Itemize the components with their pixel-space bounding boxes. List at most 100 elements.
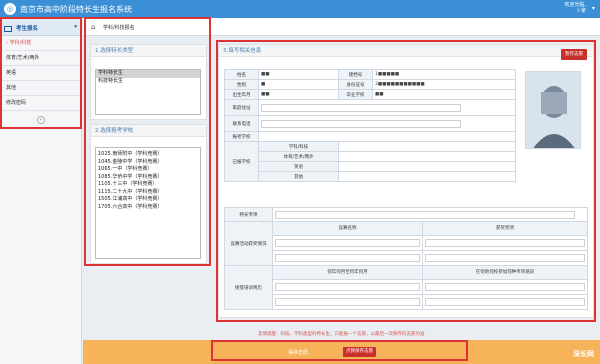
sidebar-item-other[interactable]: 其他 bbox=[0, 81, 81, 96]
subj-label: 学科/科技 bbox=[258, 141, 339, 152]
breadcrumb-label: 学科/科技报名 bbox=[103, 25, 135, 31]
specialty-label: 特长专项 bbox=[224, 207, 273, 222]
award-input-2[interactable] bbox=[425, 253, 585, 262]
specialty-cell bbox=[272, 207, 588, 222]
other-value bbox=[338, 171, 516, 182]
specialty-type-panel: 1.选择特长类型 学科特长生 科技特长生 bbox=[90, 44, 207, 120]
date-header: 何年何月至何年何月 bbox=[272, 265, 423, 280]
sidebar-item-sport-art[interactable]: 体育/艺术/两外 bbox=[0, 51, 81, 66]
school-list[interactable]: 1025.南师附中（学科竞赛） 1045.金陵中学（学科竞赛） 1065.一中（… bbox=[95, 147, 201, 259]
training-label: 接受培训简历 bbox=[224, 265, 273, 310]
list-item[interactable]: 1505.江浦高中（学科竞赛） bbox=[96, 196, 200, 204]
sidebar-item-subject[interactable]: › 学科/科技 bbox=[0, 36, 81, 51]
phone-cell bbox=[258, 115, 516, 132]
sidebar-item-label: 体育/艺术/两外 bbox=[6, 55, 40, 61]
sidebar-menu-header[interactable]: 考生报名 ▾ bbox=[0, 18, 81, 36]
list-item[interactable]: 1045.金陵中学（学科竞赛） bbox=[96, 159, 200, 167]
chevron-down-icon: ▾ bbox=[74, 24, 77, 30]
english-value bbox=[338, 161, 516, 172]
date-cell bbox=[272, 293, 423, 311]
sidebar-item-label: 学科/科技 bbox=[9, 40, 32, 46]
date-cell bbox=[272, 278, 423, 295]
award-header: 获奖奖项 bbox=[422, 221, 588, 236]
notice-text: 友情提醒：科技、学科类型的特长生，只能报一个志愿，以最后一次保存的志愿为准 bbox=[258, 332, 425, 337]
date-input-2[interactable] bbox=[275, 297, 420, 306]
apply-school-value bbox=[258, 131, 516, 142]
list-item[interactable]: 1105.十三中（学科竞赛） bbox=[96, 181, 200, 189]
award-input-1[interactable] bbox=[425, 238, 585, 247]
sidebar-item-password[interactable]: 修改密码 bbox=[0, 96, 81, 111]
list-item[interactable]: 学科特长生 bbox=[96, 70, 200, 78]
comp-name-header: 竞赛名称 bbox=[272, 221, 423, 236]
home-icon[interactable]: ⌂ bbox=[91, 23, 95, 31]
list-item[interactable]: 1025.南师附中（学科竞赛） bbox=[96, 151, 200, 159]
sidebar-item-label: 英语 bbox=[6, 70, 17, 76]
comp-name-cell bbox=[272, 249, 423, 267]
competition-label: 竞赛活动获奖情况 bbox=[224, 221, 273, 266]
train-place-cell bbox=[422, 293, 588, 311]
list-item[interactable]: 1705.六合高中（学科竞赛） bbox=[96, 204, 200, 212]
list-item[interactable]: 1115.二十九中（学科竞赛） bbox=[96, 189, 200, 197]
comp-name-input-1[interactable] bbox=[275, 238, 420, 247]
extra-form: 特长专项 竞赛活动获奖情况 竞赛名称 获奖奖项 接受培训简历 何年何月至何年何月… bbox=[224, 207, 588, 311]
watermark: 深长网 bbox=[573, 350, 594, 358]
student-photo bbox=[525, 71, 581, 149]
person-photo-icon bbox=[526, 72, 580, 148]
info-panel: 3.填写相关信息 暂存志愿 姓名 ■■ 建档号 1■■■■■ 性别 ■ 身份证号… bbox=[218, 44, 594, 318]
gender-label: 性别 bbox=[224, 79, 259, 90]
reg-no-value: 1■■■■■ bbox=[372, 69, 516, 80]
user-menu-chevron-icon[interactable]: ▾ bbox=[592, 5, 595, 12]
sidebar-collapse-button[interactable]: « bbox=[37, 116, 45, 124]
user-name: 卜家 bbox=[575, 8, 586, 14]
phone-input[interactable] bbox=[261, 119, 461, 128]
specialty-type-title: 1.选择特长类型 bbox=[91, 45, 206, 57]
address-cell bbox=[258, 99, 516, 116]
apply-school-label: 报考学校 bbox=[224, 131, 259, 142]
school-value: ■■ bbox=[372, 89, 516, 100]
list-item[interactable]: 科技特长生 bbox=[96, 78, 200, 86]
school-select-title: 2.选择报考学校 bbox=[91, 125, 206, 137]
date-input-1[interactable] bbox=[275, 282, 420, 291]
monitor-icon bbox=[4, 25, 12, 32]
info-panel-title: 3.填写相关信息 bbox=[219, 45, 593, 57]
subj-value bbox=[338, 141, 516, 152]
save-volunteer-button[interactable]: 点我保存志愿 bbox=[343, 347, 376, 357]
specialty-input[interactable] bbox=[275, 210, 575, 219]
sidebar-head-label: 考生报名 bbox=[16, 26, 39, 32]
specialty-type-list[interactable]: 学科特长生 科技特长生 bbox=[95, 69, 201, 115]
app-title: 南京市高中阶段特长生报名系统 bbox=[20, 5, 132, 14]
user-info[interactable]: 欢迎光临, 卜家 bbox=[564, 2, 586, 14]
name-label: 姓名 bbox=[224, 69, 259, 80]
train-place-input-2[interactable] bbox=[425, 297, 585, 306]
sidebar-item-label: 其他 bbox=[6, 85, 17, 91]
comp-name-cell bbox=[272, 234, 423, 251]
registered-label: 已报学校 bbox=[224, 141, 259, 182]
address-input[interactable] bbox=[261, 103, 461, 112]
train-place-cell bbox=[422, 278, 588, 295]
train-place-input-1[interactable] bbox=[425, 282, 585, 291]
english-label: 英语 bbox=[258, 161, 339, 172]
name-value: ■■ bbox=[258, 69, 339, 80]
sidebar-item-label: 修改密码 bbox=[6, 100, 27, 106]
header-bar: ◎ 南京市高中阶段特长生报名系统 欢迎光临, 卜家 ▾ bbox=[0, 0, 600, 18]
info-form: 姓名 ■■ 建档号 1■■■■■ 性别 ■ 身份证号 3■■■■■■■■■■■ … bbox=[224, 69, 516, 182]
sidebar-item-english[interactable]: 英语 bbox=[0, 66, 81, 81]
train-place-header: 在何地何校参加何种专项培训 bbox=[422, 265, 588, 280]
gender-value: ■ bbox=[258, 79, 339, 90]
reg-no-label: 建档号 bbox=[338, 69, 373, 80]
address-label: 家庭住址 bbox=[224, 99, 259, 116]
list-item[interactable]: 1065.一中（学科竞赛） bbox=[96, 166, 200, 174]
list-item[interactable]: 1085.华侨中学（学科竞赛） bbox=[96, 174, 200, 182]
other-label: 其他 bbox=[258, 171, 339, 182]
bottom-save-label: 保存志愿 bbox=[288, 350, 309, 356]
school-label: 毕业学校 bbox=[338, 89, 373, 100]
breadcrumb: ⌂ 学科/科技报名 bbox=[83, 18, 600, 36]
save-draft-button[interactable]: 暂存志愿 bbox=[561, 49, 587, 60]
award-cell bbox=[422, 249, 588, 267]
birth-value: ■■ bbox=[258, 89, 339, 100]
bottom-action-bar: 保存志愿 点我保存志愿 bbox=[83, 340, 600, 364]
award-cell bbox=[422, 234, 588, 251]
comp-name-input-2[interactable] bbox=[275, 253, 420, 262]
sport-value bbox=[338, 151, 516, 162]
id-no-value: 3■■■■■■■■■■■ bbox=[372, 79, 516, 90]
